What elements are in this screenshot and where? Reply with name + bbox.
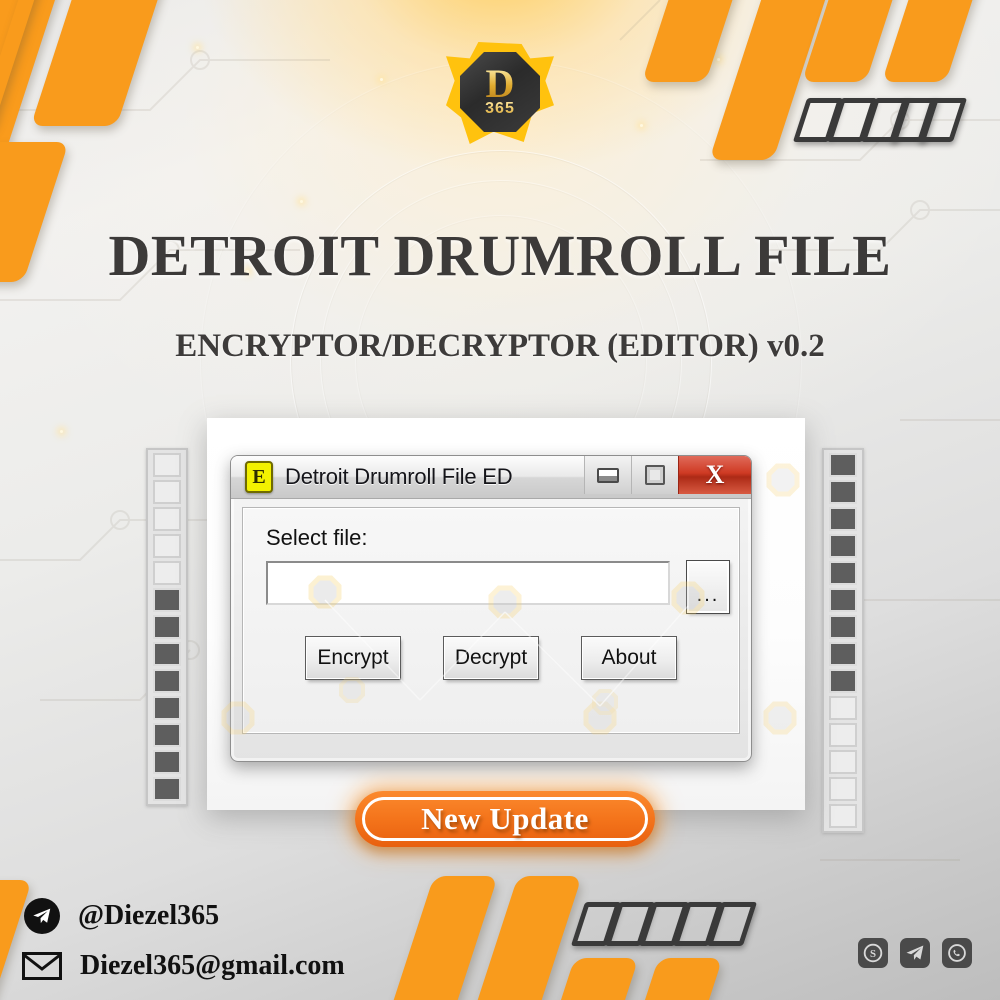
contact-telegram[interactable]: @Diezel365	[24, 898, 219, 934]
telegram-handle: @Diezel365	[78, 900, 220, 931]
decor-strip-cell	[153, 669, 181, 693]
skype-icon[interactable]: S	[858, 938, 888, 968]
logo-number: 365	[485, 100, 515, 118]
new-update-label: New Update	[421, 801, 589, 836]
contact-email[interactable]: Diezel365@gmail.com	[22, 950, 345, 982]
email-icon	[22, 952, 62, 980]
decor-strip-cell	[829, 480, 857, 504]
decor-strip-cell	[829, 588, 857, 612]
decor-strip-cell	[829, 696, 857, 720]
brand-logo: D 365	[440, 38, 560, 148]
decor-strip-cell	[829, 561, 857, 585]
decrypt-button[interactable]: Decrypt	[443, 636, 539, 680]
window-content: Select file: ... Encrypt Decrypt About	[242, 507, 740, 734]
svg-text:S: S	[870, 948, 876, 960]
decor-strip-cell	[153, 588, 181, 612]
page-subtitle: ENCRYPTOR/DECRYPTOR (EDITOR) v0.2	[175, 328, 825, 364]
decor-strip-cell	[153, 750, 181, 774]
telegram-icon-small[interactable]	[900, 938, 930, 968]
decor-bar-tl-2	[30, 0, 168, 126]
decor-strip-cell	[153, 615, 181, 639]
about-button[interactable]: About	[581, 636, 677, 680]
decor-bar-tr-4	[881, 0, 983, 82]
decor-strip-cell	[829, 507, 857, 531]
decor-strip-cell	[153, 642, 181, 666]
close-icon: X	[705, 460, 725, 489]
minimize-button[interactable]	[584, 456, 631, 494]
decor-strip-cell	[153, 507, 181, 531]
logo-letter: D	[485, 60, 515, 106]
select-file-label: Select file:	[266, 525, 368, 550]
decor-strip-cell	[153, 777, 181, 801]
decor-bar-br-4	[629, 958, 723, 1000]
decor-strip-right	[822, 448, 864, 833]
decor-bar-br-3	[545, 958, 639, 1000]
window-titlebar[interactable]: E Detroit Drumroll File ED X	[231, 456, 751, 499]
close-button[interactable]: X	[678, 456, 751, 494]
decor-strip-cell	[153, 453, 181, 477]
decor-strip-cell	[829, 642, 857, 666]
page-title: DETROIT DRUMROLL FILE	[108, 223, 892, 288]
decor-strip-cell	[829, 750, 857, 774]
decor-bar-br-1	[382, 876, 498, 1000]
new-update-button[interactable]: New Update	[355, 791, 655, 847]
window-title: Detroit Drumroll File ED	[285, 464, 513, 489]
window-controls: X	[584, 456, 751, 494]
decor-bar-tr-1	[641, 0, 743, 82]
decor-strip-cell	[153, 534, 181, 558]
maximize-button[interactable]	[631, 456, 678, 494]
decor-strip-cell	[829, 534, 857, 558]
decor-strip-cell	[153, 696, 181, 720]
decor-strip-cell	[829, 669, 857, 693]
minimize-icon	[597, 467, 619, 483]
decor-strip-cell	[153, 480, 181, 504]
telegram-icon	[24, 898, 60, 934]
file-path-input[interactable]	[266, 561, 670, 605]
decor-strip-cell	[829, 615, 857, 639]
decor-strip-cell	[829, 804, 857, 828]
app-icon: E	[245, 461, 273, 493]
browse-button[interactable]: ...	[686, 560, 730, 614]
decor-strip-cell	[829, 723, 857, 747]
encrypt-button[interactable]: Encrypt	[305, 636, 401, 680]
whatsapp-icon[interactable]	[942, 938, 972, 968]
decor-strip-cell	[829, 777, 857, 801]
decor-strip-cell	[153, 723, 181, 747]
email-address: Diezel365@gmail.com	[80, 950, 345, 981]
decor-strip-cell	[829, 453, 857, 477]
poster-canvas: D 365 DETROIT DRUMROLL FILE ENCRYPTOR/DE…	[0, 0, 1000, 1000]
maximize-icon	[645, 465, 665, 485]
decor-strip-left	[146, 448, 188, 806]
app-window: E Detroit Drumroll File ED X Select file…	[230, 455, 752, 762]
social-icon-row: S	[858, 938, 972, 968]
logo-octagon: D 365	[460, 52, 540, 132]
action-button-row: Encrypt Decrypt About	[244, 636, 738, 680]
decor-strip-cell	[153, 561, 181, 585]
